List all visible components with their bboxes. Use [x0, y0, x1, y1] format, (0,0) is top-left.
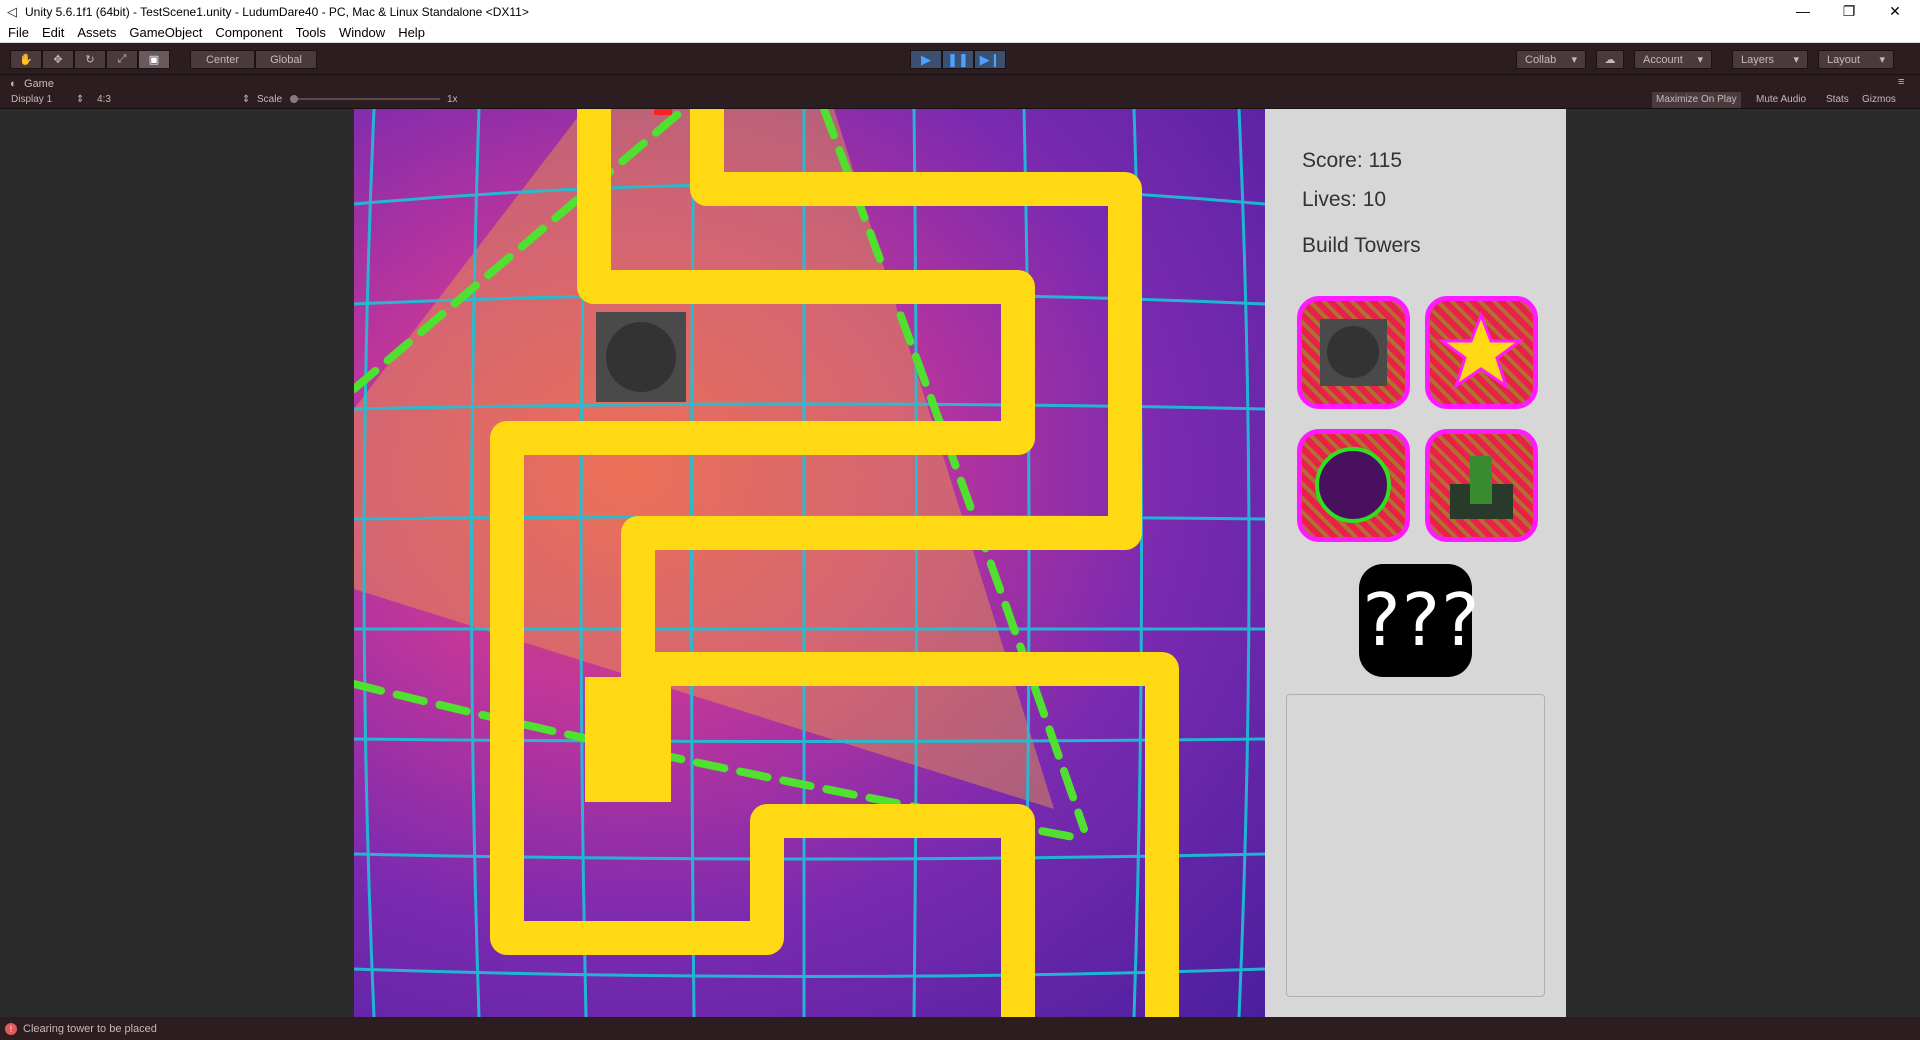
scale-slider-track[interactable] [290, 98, 440, 100]
chevron-down-icon: ▾ [1571, 54, 1577, 66]
close-button[interactable]: ✕ [1872, 0, 1918, 23]
menu-gameobject[interactable]: GameObject [129, 25, 202, 40]
pivot-center-button[interactable]: Center [190, 50, 255, 69]
scale-value: 1x [447, 94, 458, 105]
game-canvas[interactable] [354, 109, 1265, 1017]
status-message[interactable]: Clearing tower to be placed [23, 1023, 157, 1035]
score-label: Score: 115 [1302, 149, 1403, 172]
mute-audio-toggle[interactable]: Mute Audio [1756, 94, 1806, 105]
playback-controls: ▶ ❚❚ ▶❙ [910, 50, 1006, 69]
status-bar: ! Clearing tower to be placed [0, 1017, 1920, 1040]
chevron-down-icon: ▾ [1879, 54, 1885, 66]
menu-tools[interactable]: Tools [296, 25, 326, 40]
unity-logo-icon: ◁ [7, 3, 17, 19]
gizmos-dropdown[interactable]: Gizmos [1862, 94, 1896, 105]
menu-edit[interactable]: Edit [42, 25, 64, 40]
tower-button-cannon[interactable] [1297, 296, 1410, 409]
pivot-global-label: Global [270, 53, 302, 66]
move-tool-icon[interactable]: ✥ [42, 50, 74, 69]
main-toolbar: ✋ ✥ ↻ ⤢ ▣ Center Global ▶ ❚❚ ▶❙ Collab ▾ … [0, 43, 1920, 75]
chevron-updown-icon: ⇕ [242, 94, 251, 105]
layers-label: Layers [1741, 53, 1775, 66]
scale-label: Scale [257, 94, 283, 105]
play-button[interactable]: ▶ [910, 50, 942, 69]
hud-panel: Score: 115 Lives: 10 Build Towers ??? [1265, 109, 1566, 1017]
account-label: Account [1643, 53, 1683, 66]
rotate-tool-icon[interactable]: ↻ [74, 50, 106, 69]
aspect-dropdown[interactable]: 4:3 [97, 94, 111, 105]
spawn-marker [654, 109, 672, 115]
pivot-global-button[interactable]: Global [255, 50, 317, 69]
pause-button[interactable]: ❚❚ [942, 50, 974, 69]
tab-menu-icon[interactable]: ≡ [1898, 76, 1904, 88]
turret-tower-icon [1450, 456, 1513, 519]
pivot-toggles: Center Global [190, 50, 317, 69]
menu-help[interactable]: Help [398, 25, 425, 40]
layout-label: Layout [1827, 53, 1861, 66]
circle-tower-icon [1315, 447, 1391, 523]
game-view-icon: ◐ [10, 78, 17, 90]
menu-assets[interactable]: Assets [77, 25, 116, 40]
neon-grid [354, 109, 1265, 1017]
window-titlebar: ◁ Unity 5.6.1f1 (64bit) - TestScene1.uni… [0, 0, 1920, 23]
scale-tool-icon[interactable]: ⤢ [106, 50, 138, 69]
layout-dropdown[interactable]: Layout ▾ [1818, 50, 1894, 69]
minimize-button[interactable]: — [1780, 0, 1826, 23]
collab-dropdown[interactable]: Collab ▾ [1516, 50, 1586, 69]
tower-info-panel [1286, 694, 1545, 997]
right-toolbar: Collab ▾ ☁ Account ▾ Layers ▾ Layout ▾ [1516, 50, 1894, 69]
step-button[interactable]: ▶❙ [974, 50, 1006, 69]
star-tower-icon [1437, 310, 1525, 390]
pivot-center-label: Center [205, 53, 240, 66]
chevron-updown-icon: ⇕ [76, 94, 85, 105]
window-title: Unity 5.6.1f1 (64bit) - TestScene1.unity… [25, 4, 529, 19]
tower-button-turret[interactable] [1425, 429, 1538, 542]
transform-tools: ✋ ✥ ↻ ⤢ ▣ [10, 50, 170, 69]
rect-tool-icon[interactable]: ▣ [138, 50, 170, 69]
collab-label: Collab [1525, 53, 1557, 66]
cannon-tower-icon [1320, 319, 1387, 386]
mystery-tower-button[interactable]: ??? [1359, 564, 1481, 677]
build-towers-heading: Build Towers [1302, 234, 1421, 257]
maximize-on-play-toggle[interactable]: Maximize On Play [1652, 92, 1741, 108]
maximize-button[interactable]: ❐ [1826, 0, 1872, 23]
chevron-down-icon: ▾ [1793, 54, 1799, 66]
layers-dropdown[interactable]: Layers ▾ [1732, 50, 1808, 69]
lives-label: Lives: 10 [1302, 188, 1387, 211]
tower-button-star[interactable] [1425, 296, 1538, 409]
menu-component[interactable]: Component [215, 25, 282, 40]
placed-tower-core [606, 322, 676, 392]
display-dropdown[interactable]: Display 1 [11, 94, 52, 105]
menu-bar: File Edit Assets GameObject Component To… [0, 23, 1920, 43]
chevron-down-icon: ▾ [1697, 54, 1703, 66]
account-dropdown[interactable]: Account ▾ [1634, 50, 1712, 69]
game-tab-header: ◐ Game ≡ [0, 75, 1920, 92]
menu-window[interactable]: Window [339, 25, 385, 40]
hand-tool-icon[interactable]: ✋ [10, 50, 42, 69]
stats-toggle[interactable]: Stats [1826, 94, 1849, 105]
scale-slider-handle[interactable] [290, 95, 298, 103]
menu-file[interactable]: File [8, 25, 29, 40]
cloud-icon[interactable]: ☁ [1596, 50, 1624, 69]
game-view-controls: Display 1 ⇕ 4:3 ⇕ Scale 1x Maximize On P… [0, 92, 1920, 109]
tab-game[interactable]: Game [24, 78, 54, 90]
tower-button-circle[interactable] [1297, 429, 1410, 542]
warning-icon: ! [5, 1022, 17, 1035]
